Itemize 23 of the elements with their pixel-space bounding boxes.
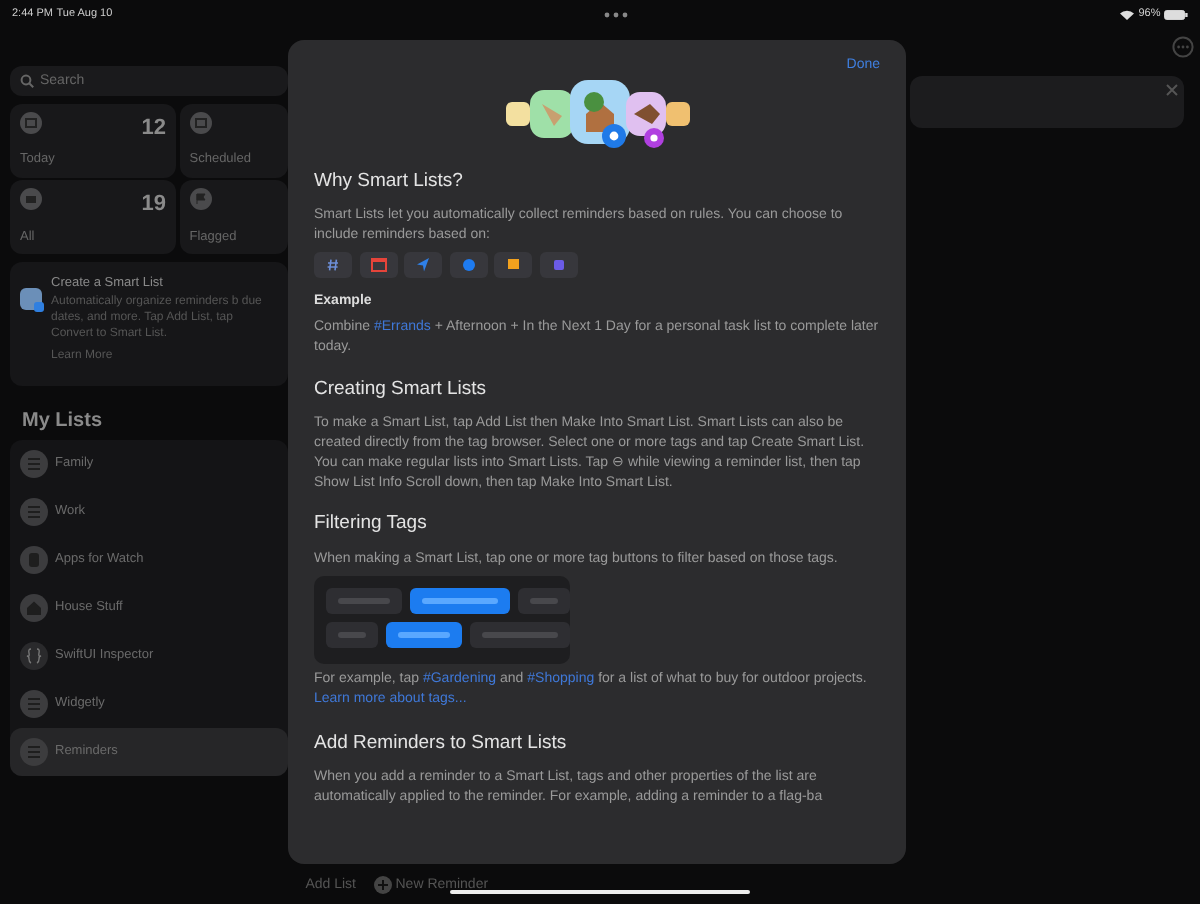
- close-icon[interactable]: [1165, 83, 1177, 95]
- plus-icon[interactable]: [374, 876, 392, 895]
- watch-icon: [20, 545, 48, 574]
- count-label: 12: [141, 113, 166, 143]
- calendar-icon: [189, 111, 212, 133]
- count-label: 19: [141, 190, 166, 221]
- section-heading: Add Reminders to Smart Lists: [314, 729, 569, 758]
- smart-list-icon: [20, 287, 44, 312]
- calendar-icon: [20, 111, 42, 133]
- calendar-icon[interactable]: [359, 251, 397, 278]
- tray-icon: [20, 188, 42, 211]
- hashtag-icon[interactable]: [314, 251, 352, 278]
- section-title: My Lists: [22, 407, 105, 436]
- more-dots-icon[interactable]: [604, 11, 629, 17]
- section-heading: Filtering Tags: [314, 510, 429, 539]
- house-icon: [20, 593, 48, 622]
- search-icon: [20, 74, 34, 88]
- battery-icon: [1164, 9, 1188, 19]
- wifi-icon: [1120, 9, 1135, 19]
- more-icon[interactable]: [1171, 36, 1193, 58]
- braces-icon: [20, 641, 48, 670]
- section-heading: Why Smart Lists?: [314, 167, 465, 195]
- section-heading: Creating Smart Lists: [314, 375, 489, 404]
